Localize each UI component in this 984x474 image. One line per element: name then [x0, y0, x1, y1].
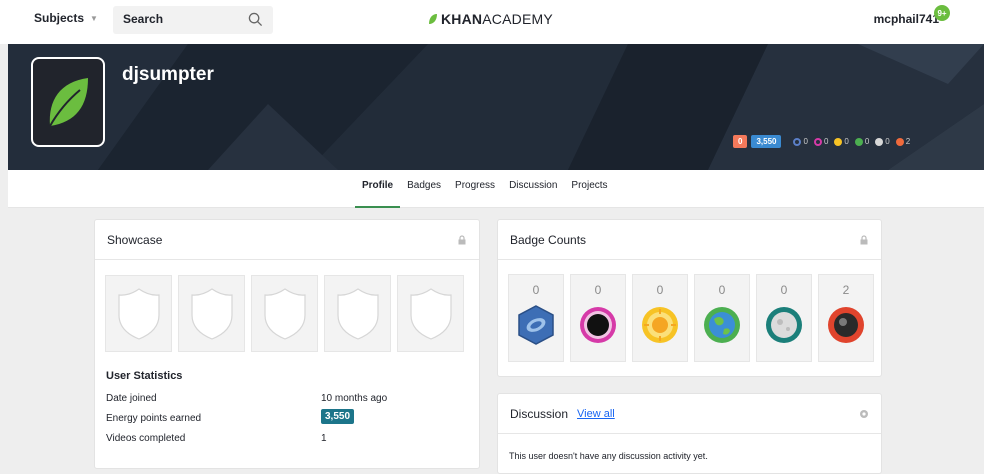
black-hole-badge-icon: [875, 137, 884, 146]
logo-text-bold: KHAN: [441, 11, 483, 27]
badge-counts-header: Badge Counts: [498, 220, 881, 260]
badge-count-value: 0: [656, 283, 664, 297]
stat-row-videos-completed: Videos completed 1: [106, 433, 456, 444]
badge-count-meteorite[interactable]: 0: [508, 274, 564, 362]
black-hole-badge-icon: [766, 307, 802, 343]
sun-badge-icon: [704, 307, 740, 343]
mini-badge-earth: 0: [834, 137, 849, 146]
badge-count-black-hole[interactable]: 0: [756, 274, 812, 362]
empty-shield-icon: [409, 287, 452, 340]
badge-count-value: 0: [532, 283, 540, 297]
badge-count-earth[interactable]: 0: [632, 274, 688, 362]
subjects-label: Subjects: [34, 11, 85, 25]
stat-label: Videos completed: [106, 433, 186, 444]
discussion-panel: Discussion View all This user doesn't ha…: [497, 393, 882, 474]
leaf-avatar-icon: [49, 78, 88, 127]
stat-value: 10 months ago: [321, 393, 388, 404]
energy-points-badge: 3,550: [321, 409, 355, 424]
badge-count-challenge-patch[interactable]: 2: [818, 274, 874, 362]
challenge-patch-icon: [895, 137, 904, 146]
energy-points-pill: 3,550: [751, 135, 782, 148]
user-menu[interactable]: mcphail741: [874, 12, 939, 26]
badge-count-moon[interactable]: 0: [570, 274, 626, 362]
discussion-title: Discussion: [510, 406, 569, 421]
subjects-dropdown[interactable]: Subjects ▼: [34, 11, 98, 25]
tab-badges[interactable]: Badges: [400, 170, 448, 208]
showcase-slot[interactable]: [178, 275, 245, 352]
badge-counts-title: Badge Counts: [510, 232, 587, 247]
badge-count-sun[interactable]: 0: [694, 274, 750, 362]
search-input[interactable]: [123, 12, 243, 26]
stat-value: 1: [321, 433, 327, 444]
lock-icon[interactable]: [859, 234, 869, 245]
showcase-slot[interactable]: [251, 275, 318, 352]
header-background: [8, 44, 984, 170]
search-box: [113, 6, 273, 34]
empty-shield-icon: [117, 287, 160, 340]
stat-row-energy-points: Energy points earned 3,550: [106, 409, 456, 424]
mini-badge-black-hole: 0: [875, 137, 890, 146]
meteorite-badge-icon: [793, 137, 802, 146]
profile-tabs: Profile Badges Progress Discussion Proje…: [355, 170, 615, 208]
tab-projects[interactable]: Projects: [564, 170, 614, 208]
showcase-slot[interactable]: [397, 275, 464, 352]
mini-badge-sun: 0: [854, 137, 869, 146]
notification-badge[interactable]: 9+: [934, 5, 950, 21]
badge-count-list: 0 0 0 0 0 2: [508, 274, 874, 362]
profile-stats: 0 3,550 0 0 0 0 0 2: [733, 135, 912, 148]
empty-shield-icon: [336, 287, 379, 340]
profile-header: djsumpter 0 3,550 0 0 0 0 0 2: [8, 44, 984, 170]
showcase-slot[interactable]: [105, 275, 172, 352]
top-nav: Subjects ▼ KHANACADEMY mcphail741 9+: [0, 0, 984, 44]
badge-count-value: 2: [842, 283, 850, 297]
tab-progress[interactable]: Progress: [448, 170, 502, 208]
earth-badge-icon: [642, 307, 678, 343]
stat-label: Energy points earned: [106, 413, 202, 424]
stat-row-date-joined: Date joined 10 months ago: [106, 393, 456, 404]
showcase-title: Showcase: [107, 232, 163, 247]
mini-badge-challenge: 2: [895, 137, 910, 146]
avatar[interactable]: [31, 57, 105, 147]
sun-badge-icon: [854, 137, 863, 146]
discussion-header: Discussion View all: [498, 394, 881, 434]
stat-label: Date joined: [106, 393, 157, 404]
khan-academy-logo[interactable]: KHAN ACADEMY: [428, 11, 553, 27]
meteorite-badge-icon: [518, 305, 554, 345]
discussion-empty-message: This user doesn't have any discussion ac…: [509, 451, 708, 461]
chevron-down-icon: ▼: [90, 13, 98, 23]
badge-counts-panel: Badge Counts 0 0 0 0 0 2: [497, 219, 882, 377]
moon-badge-icon: [813, 137, 822, 146]
showcase-slots: [105, 275, 464, 352]
tab-profile[interactable]: Profile: [355, 170, 401, 208]
showcase-panel: Showcase User Statistics Date joined 10 …: [94, 219, 480, 469]
lock-icon[interactable]: [457, 234, 467, 245]
profile-username: djsumpter: [122, 64, 214, 85]
moon-badge-icon: [580, 307, 616, 343]
user-statistics-title: User Statistics: [106, 370, 183, 382]
earth-badge-icon: [834, 137, 843, 146]
empty-shield-icon: [190, 287, 233, 340]
profile-tabs-bar: Profile Badges Progress Discussion Proje…: [8, 170, 984, 208]
showcase-slot[interactable]: [324, 275, 391, 352]
globe-icon[interactable]: [859, 409, 869, 419]
showcase-header: Showcase: [95, 220, 479, 260]
view-all-link[interactable]: View all: [577, 408, 615, 420]
badge-count-value: 0: [780, 283, 788, 297]
logo-text-light: ACADEMY: [482, 11, 553, 27]
streak-count: 0: [733, 135, 748, 148]
challenge-patch-icon: [828, 307, 864, 343]
tab-discussion[interactable]: Discussion: [502, 170, 564, 208]
leaf-logo-icon: [429, 14, 437, 24]
search-icon[interactable]: [248, 12, 263, 27]
mini-badge-meteorite: 0: [793, 137, 808, 146]
mini-badge-moon: 0: [813, 137, 828, 146]
empty-shield-icon: [263, 287, 306, 340]
badge-count-value: 0: [594, 283, 602, 297]
badge-count-value: 0: [718, 283, 726, 297]
